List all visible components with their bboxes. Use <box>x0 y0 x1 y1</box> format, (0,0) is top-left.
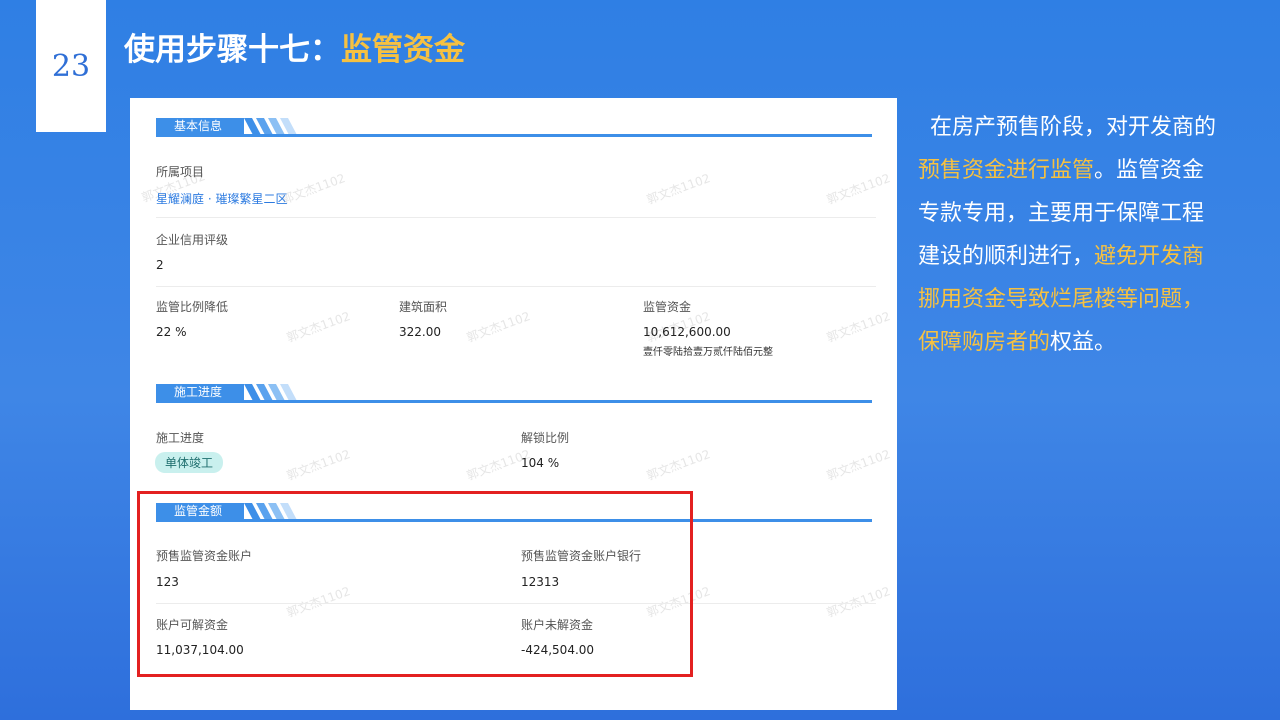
section-underline <box>156 134 872 137</box>
watermark: 郭文杰1102 <box>824 584 893 620</box>
divider <box>156 286 876 287</box>
section-underline <box>156 400 872 403</box>
section-title: 基本信息 <box>156 118 244 135</box>
ratio-reduction-label: 监管比例降低 <box>156 300 229 314</box>
supervised-funds-value: 10,612,600.00 <box>643 325 731 339</box>
supervised-funds-in-words: 壹仟零陆拾壹万贰仟陆佰元整 <box>643 347 773 358</box>
description-part1: 在房产预售阶段，对开发商的 <box>930 115 1217 140</box>
watermark: 郭文杰1102 <box>644 171 713 207</box>
page-number: 23 <box>51 49 91 84</box>
slide-title-prefix: 使用步骤十七： <box>124 32 341 68</box>
description-part3: 权益。 <box>1050 330 1117 355</box>
section-header-basic-info: 基本信息 <box>156 118 872 138</box>
unlock-ratio-value: 104 % <box>521 456 560 470</box>
section-header-construction-progress: 施工进度 <box>156 384 872 404</box>
watermark: 郭文杰1102 <box>464 309 533 345</box>
watermark: 郭文杰1102 <box>644 447 713 483</box>
credit-rating-label: 企业信用评级 <box>156 233 229 247</box>
divider <box>156 217 876 218</box>
building-area-label: 建筑面积 <box>399 300 448 314</box>
description-accent1: 预售资金进行监管 <box>918 158 1095 183</box>
slide-title-accent: 监管资金 <box>341 32 465 68</box>
supervised-funds-label: 监管资金 <box>643 300 692 314</box>
watermark: 郭文杰1102 <box>824 309 893 345</box>
watermark: 郭文杰1102 <box>824 447 893 483</box>
slide-title: 使用步骤十七：监管资金 <box>124 24 465 69</box>
section-title: 施工进度 <box>156 384 244 401</box>
watermark: 郭文杰1102 <box>279 171 348 207</box>
credit-rating-value: 2 <box>156 258 164 272</box>
page-number-box: 23 <box>36 0 106 132</box>
unlock-ratio-label: 解锁比例 <box>521 431 570 445</box>
description-text: 在房产预售阶段，对开发商的预售资金进行监管。监管资金专款专用，主要用于保障工程建… <box>918 106 1218 364</box>
highlight-box <box>137 491 693 677</box>
construction-status-badge: 单体竣工 <box>155 452 224 473</box>
building-area-value: 322.00 <box>399 325 441 339</box>
ratio-reduction-value: 22 % <box>156 325 187 339</box>
stripes-decoration-icon <box>244 384 297 401</box>
watermark: 郭文杰1102 <box>824 171 893 207</box>
watermark: 郭文杰1102 <box>284 309 353 345</box>
stripes-decoration-icon <box>244 118 297 135</box>
watermark: 郭文杰1102 <box>284 447 353 483</box>
project-label: 所属项目 <box>156 165 205 179</box>
project-link[interactable]: 星耀澜庭 · 璀璨繁星二区 <box>156 190 287 207</box>
construction-progress-label: 施工进度 <box>156 431 205 445</box>
